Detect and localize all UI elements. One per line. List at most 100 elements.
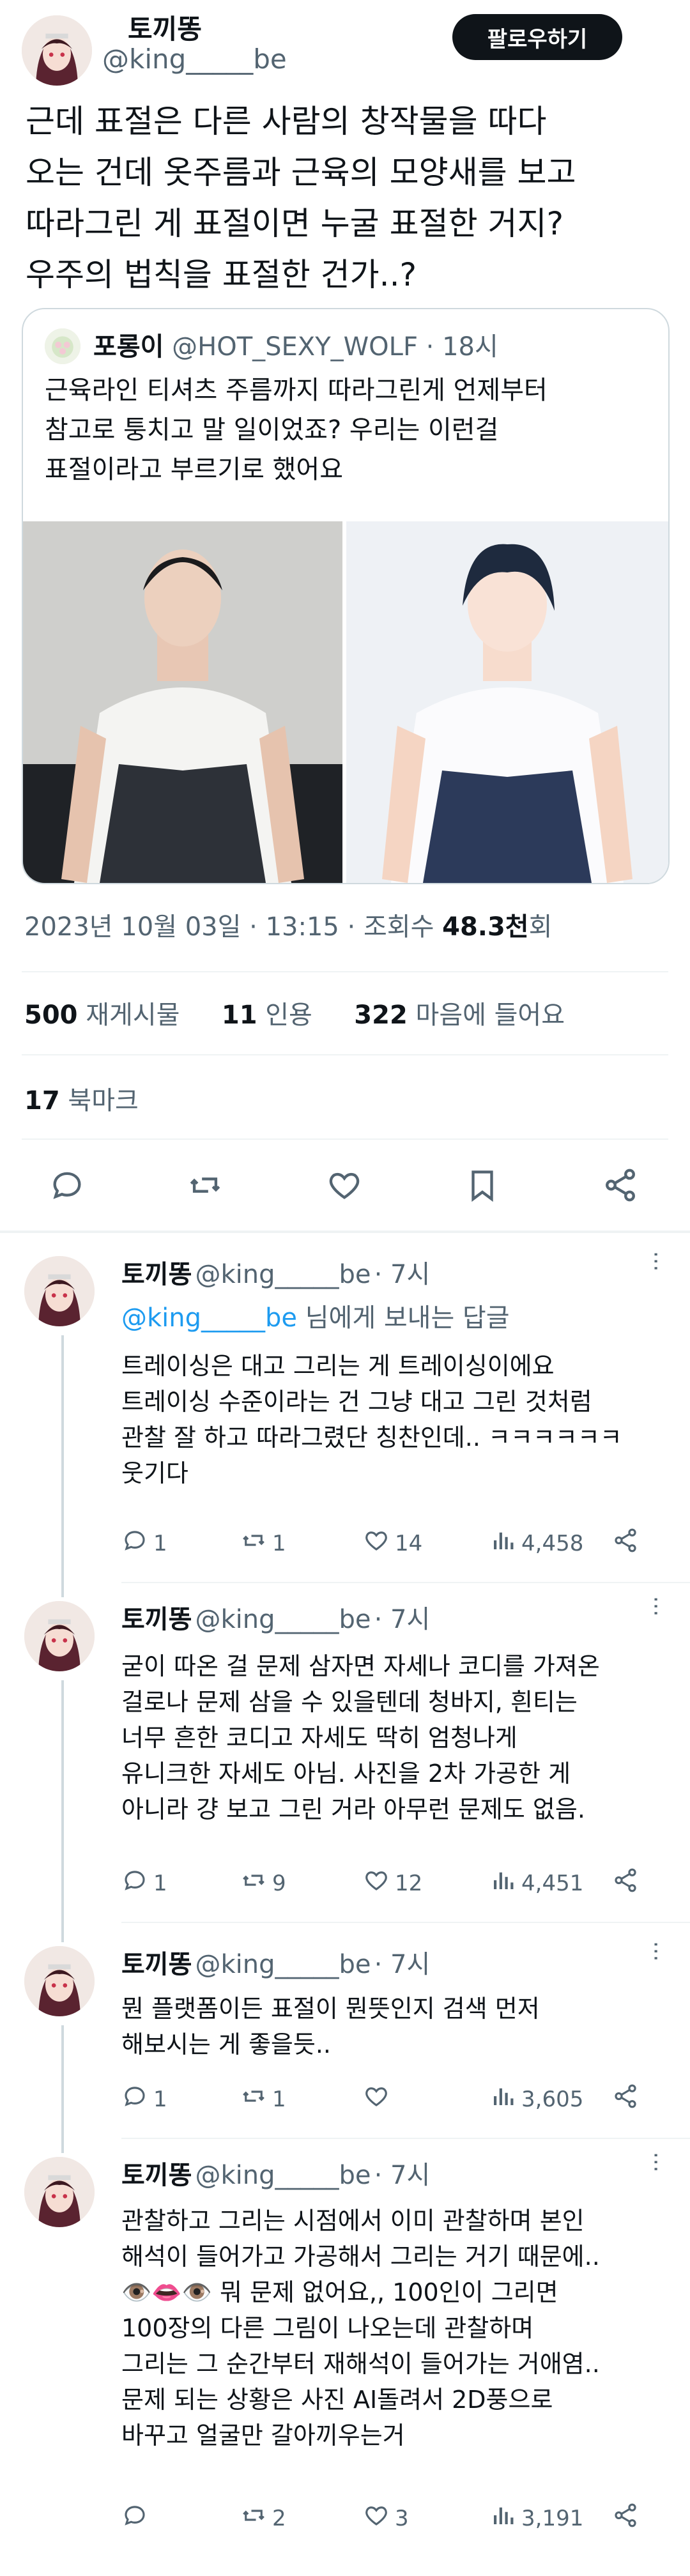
like-icon [363,1867,390,1899]
views-count: 3,191 [521,2505,584,2531]
likes-count: 14 [395,1530,423,1556]
retweet-action[interactable]: 1 [240,2083,286,2115]
reply-author-name[interactable]: 토끼똥 [121,1950,192,1979]
more-options-icon[interactable]: ··· [643,1596,668,1616]
thread-connector [61,1680,64,1942]
views-count: 48.3천 [442,912,529,942]
thread-connector [61,2025,64,2153]
reply-icon[interactable] [49,1167,86,1204]
views-action[interactable]: 4,458 [489,1527,583,1560]
retweet-action[interactable]: 1 [240,1527,286,1560]
reply-author-name[interactable]: 토끼똥 [121,1260,192,1289]
reply-author-handle[interactable]: @king_____be [195,1605,371,1634]
views-count: 4,451 [521,1870,584,1896]
quote-count[interactable]: 11 인용 [222,1000,312,1030]
replies-count: 1 [153,1870,167,1896]
like-action[interactable]: 14 [363,1527,422,1560]
reply-author-name[interactable]: 토끼똥 [121,1605,192,1634]
like-icon[interactable] [326,1167,363,1204]
views-action[interactable]: 3,605 [489,2083,583,2115]
views-icon [489,1867,516,1899]
author-avatar[interactable] [22,15,92,86]
like-count[interactable]: 322 마음에 들어요 [354,1000,565,1030]
share-icon[interactable] [612,1867,639,1894]
like-action[interactable]: 3 [363,2502,409,2534]
reply-author-name[interactable]: 토끼똥 [121,2161,192,2190]
author-name[interactable]: 토끼똥 [128,8,202,47]
divider [22,1138,668,1140]
reply-header: 토끼똥 @king_____be · 7시 [121,2154,430,2191]
quote-text: 근육라인 티셔츠 주름까지 따라그린게 언제부터 참고로 퉁치고 말 일이었죠?… [45,376,548,484]
retweets-count: 1 [272,2086,286,2112]
quote-photo-right[interactable] [346,521,668,883]
replies-count: 1 [153,1530,167,1556]
author-handle[interactable]: @king_____be [102,43,287,75]
like-icon [363,2083,390,2115]
reply-icon [121,2502,148,2534]
reply-text: 트레이싱은 대고 그리는 게 트레이싱이에요 트레이싱 수준이라는 건 그냥 대… [121,1352,622,1487]
retweets-count: 9 [272,1870,286,1896]
views-count: 4,458 [521,1530,584,1556]
like-action[interactable] [363,2083,395,2115]
divider [22,1054,668,1055]
share-icon[interactable] [612,2083,639,2110]
retweet-icon[interactable] [187,1167,224,1204]
quote-author-avatar [45,328,80,364]
divider [121,1582,690,1583]
reply-header: 토끼똥 @king_____be · 7시 [121,1598,430,1636]
reply-action[interactable]: 1 [121,2083,167,2115]
reply-text: 관찰하고 그리는 시점에서 이미 관찰하며 본인 해석이 들어가고 가공해서 그… [121,2207,600,2450]
reply-text: 굳이 따온 걸 문제 삼자면 자세나 코디를 가져온 걸로나 문제 삼을 수 있… [121,1652,600,1823]
divider [22,971,668,972]
more-options-icon[interactable]: ··· [643,2152,668,2172]
views-suffix: 회 [528,912,553,942]
bookmark-count[interactable]: 17 북마크 [24,1080,139,1117]
more-options-icon[interactable]: ··· [643,1941,668,1961]
divider [121,1922,690,1923]
reply-time[interactable]: · 7시 [374,1950,431,1979]
thread-connector [61,1335,64,1597]
reply-action[interactable]: 1 [121,1527,167,1560]
replying-to: @king_____be 님에게 보내는 답글 [121,1297,510,1334]
like-icon [363,2502,390,2534]
views-action[interactable]: 3,191 [489,2502,583,2534]
views-icon [489,2083,516,2115]
reply-header: 토끼똥 @king_____be · 7시 [121,1943,430,1981]
bookmark-icon[interactable] [464,1167,501,1204]
quoted-tweet[interactable]: 포롱이 @HOT_SEXY_WOLF · 18시 근육라인 티셔츠 주름까지 따… [22,308,670,884]
reply-author-handle[interactable]: @king_____be [195,1950,371,1979]
likes-count: 3 [395,2505,409,2531]
like-icon [363,1527,390,1560]
quote-time: · 18시 [425,332,498,362]
tweet-timestamp[interactable]: 2023년 10월 03일 · 13:15 · 조회수 [24,912,442,942]
quote-photo-left[interactable] [23,521,342,883]
like-action[interactable]: 12 [363,1867,422,1899]
retweet-icon [240,2502,267,2534]
reply-avatar[interactable] [24,2157,95,2227]
reply-author-handle[interactable]: @king_____be [195,1260,371,1289]
reply-author-handle[interactable]: @king_____be [195,2161,371,2190]
retweet-action[interactable]: 2 [240,2502,286,2534]
reply-avatar[interactable] [24,1946,95,2016]
reply-time[interactable]: · 7시 [374,2161,431,2190]
replying-to-label: 님에게 보내는 답글 [297,1303,510,1333]
retweet-action[interactable]: 9 [240,1867,286,1899]
more-options-icon[interactable]: ··· [643,1251,668,1271]
reply-time[interactable]: · 7시 [374,1260,431,1289]
reply-action[interactable]: 1 [121,1867,167,1899]
reply-time[interactable]: · 7시 [374,1605,431,1634]
replying-to-handle[interactable]: @king_____be [121,1303,297,1333]
share-icon[interactable] [602,1167,639,1204]
retweet-count[interactable]: 500 재게시물 [24,1000,180,1030]
views-action[interactable]: 4,451 [489,1867,583,1899]
share-icon[interactable] [612,2502,639,2529]
views-icon [489,1527,516,1560]
reply-icon [121,1867,148,1899]
follow-button[interactable]: 팔로우하기 [452,14,622,60]
retweet-icon [240,2083,267,2115]
share-icon[interactable] [612,1527,639,1554]
reply-action[interactable] [121,2502,153,2534]
reply-avatar[interactable] [24,1601,95,1671]
divider [121,2138,690,2139]
reply-avatar[interactable] [24,1256,95,1326]
